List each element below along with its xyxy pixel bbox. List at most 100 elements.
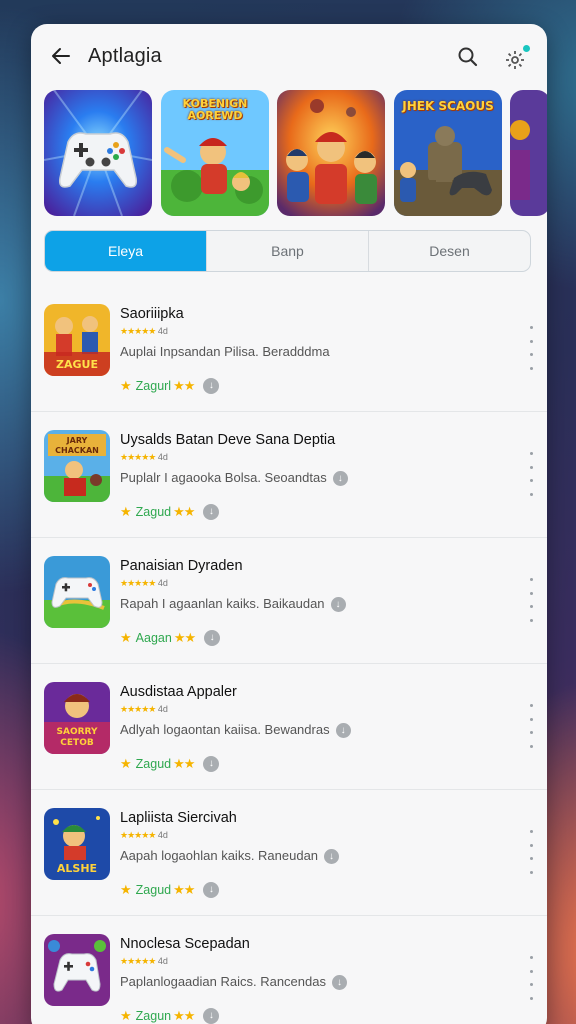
description-text: Auplai Inpsandan Pilisa. Beradddma [120, 344, 330, 359]
app-icon: ZAGUE [44, 304, 110, 376]
app-name: Panaisian Dyraden [120, 558, 243, 574]
next-banner-art [510, 90, 547, 216]
app-meta: ★ Zagun ★★ ↓ [120, 1008, 220, 1024]
rating-text: 4d [157, 956, 168, 966]
star-icon: ★ [120, 630, 132, 645]
download-icon[interactable]: ↓ [335, 723, 351, 739]
app-description: Aapah logaohlan kaiks. Raneudan ↓ [120, 848, 340, 865]
search-button[interactable] [456, 45, 480, 69]
download-icon[interactable]: ↓ [331, 975, 347, 991]
download-icon[interactable]: ↓ [203, 756, 220, 772]
more-options-button[interactable] [526, 326, 536, 370]
more-options-button[interactable] [526, 704, 536, 748]
app-list-item[interactable]: JARY CHACKAN Uysalds Batan Deve Sana Dep… [31, 412, 547, 538]
game-icon-art: JARY CHACKAN [44, 430, 110, 502]
banner-next[interactable] [510, 90, 547, 216]
app-meta: ★ Zagud ★★ ↓ [120, 882, 220, 898]
app-description: Rapah I agaanlan kaiks. Baikaudan ↓ [120, 596, 346, 613]
star-icon: ★ [120, 756, 132, 771]
banner-adventure[interactable]: KOBENIGN AOREWD [161, 90, 269, 216]
download-icon[interactable]: ↓ [330, 597, 346, 613]
banner-title: JHEK SCAOUS [402, 99, 494, 113]
arrow-left-icon [52, 48, 70, 64]
star-pair-icon: ★★ [173, 756, 195, 771]
app-tag: Aagan [135, 631, 172, 645]
star-pair-icon: ★★ [173, 882, 195, 897]
app-icon-text: CETOB [60, 738, 94, 748]
app-meta: ★ Zagud ★★ ↓ [120, 504, 220, 520]
rating-text: 4d [157, 326, 168, 336]
featured-banners[interactable]: KOBENIGN AOREWD JHEK SCAOUS [44, 90, 547, 216]
description-text: Paplanlogaadian Raics. Rancendas [120, 974, 326, 989]
banner-robot[interactable]: JHEK SCAOUS [394, 90, 502, 216]
app-rating: ★★★★★ 4d [120, 830, 168, 841]
app-card: Aptlagia KOBENIGN AOREWD JHEK SCAOUS Ele… [31, 24, 547, 1024]
tab-banp[interactable]: Banp [206, 231, 368, 271]
app-name: Saoriiipka [120, 306, 184, 322]
app-meta: ★ Zagud ★★ ↓ [120, 756, 220, 772]
app-tag: Zagud [135, 883, 172, 897]
rating-text: 4d [157, 704, 168, 714]
tab-desen[interactable]: Desen [368, 231, 530, 271]
app-name: Lapliista Siercivah [120, 810, 237, 826]
download-icon[interactable]: ↓ [332, 471, 348, 487]
download-icon[interactable]: ↓ [204, 630, 221, 646]
app-list-item[interactable]: Nnoclesa Scepadan ★★★★★ 4d Paplanlogaadi… [31, 916, 547, 1024]
rating-stars: ★★★★★ [120, 578, 156, 588]
star-pair-icon: ★★ [173, 378, 195, 393]
banner-controller[interactable] [44, 90, 152, 216]
tab-eleya[interactable]: Eleya [45, 231, 206, 271]
star-icon: ★ [120, 882, 132, 897]
app-icon: ALSHE [44, 808, 110, 880]
more-options-button[interactable] [526, 578, 536, 622]
download-icon[interactable]: ↓ [203, 378, 220, 394]
description-text: Puplalr I agaooka Bolsa. Seoandtas [120, 470, 327, 485]
game-icon-art [44, 556, 110, 628]
game-icon-art: ALSHE [44, 808, 110, 880]
star-pair-icon: ★★ [173, 504, 195, 519]
app-meta: ★ Aagan ★★ ↓ [120, 630, 221, 646]
app-list-item[interactable]: ALSHE Lapliista Siercivah ★★★★★ 4d Aapah… [31, 790, 547, 916]
star-icon: ★ [120, 504, 132, 519]
more-options-button[interactable] [526, 452, 536, 496]
heroes-banner-art [277, 90, 385, 216]
app-name: Nnoclesa Scepadan [120, 936, 250, 952]
search-icon [458, 47, 478, 67]
settings-button[interactable] [503, 44, 531, 72]
download-icon[interactable]: ↓ [203, 1008, 220, 1024]
back-button[interactable] [49, 44, 73, 68]
more-options-button[interactable] [526, 830, 536, 874]
app-icon-text: ZAGUE [56, 358, 98, 371]
star-pair-icon: ★★ [173, 630, 196, 645]
banner-heroes[interactable] [277, 90, 385, 216]
star-icon: ★ [120, 1008, 132, 1023]
banner-title: KOBENIGN AOREWD [182, 97, 248, 122]
app-icon-text: CHACKAN [55, 446, 99, 455]
app-icon-text: SAORRY [57, 727, 98, 737]
app-tag: Zagurl [135, 379, 172, 393]
download-icon[interactable]: ↓ [324, 849, 340, 865]
app-list-item[interactable]: Panaisian Dyraden ★★★★★ 4d Rapah I agaan… [31, 538, 547, 664]
rating-stars: ★★★★★ [120, 956, 156, 966]
download-icon[interactable]: ↓ [203, 882, 220, 898]
app-rating: ★★★★★ 4d [120, 326, 168, 337]
app-rating: ★★★★★ 4d [120, 578, 168, 589]
game-icon-art [44, 934, 110, 1006]
app-tag: Zagun [135, 1009, 172, 1023]
app-name: Uysalds Batan Deve Sana Deptia [120, 432, 336, 448]
rating-text: 4d [157, 452, 168, 462]
rating-stars: ★★★★★ [120, 704, 156, 714]
app-list-item[interactable]: ZAGUE Saoriiipka ★★★★★ 4d Auplai Inpsand… [31, 286, 547, 412]
rating-text: 4d [157, 830, 168, 840]
app-tag: Zagud [135, 505, 172, 519]
download-icon[interactable]: ↓ [203, 504, 220, 520]
more-options-button[interactable] [526, 956, 536, 1000]
app-icon: SAORRY CETOB [44, 682, 110, 754]
category-tabs: Eleya Banp Desen [44, 230, 531, 272]
app-icon [44, 556, 110, 628]
app-description: Auplai Inpsandan Pilisa. Beradddma [120, 344, 330, 359]
description-text: Adlyah logaontan kaiisa. Bewandras [120, 722, 330, 737]
app-list-item[interactable]: SAORRY CETOB Ausdistaa Appaler ★★★★★ 4d … [31, 664, 547, 790]
app-rating: ★★★★★ 4d [120, 956, 168, 967]
header: Aptlagia [31, 24, 547, 90]
